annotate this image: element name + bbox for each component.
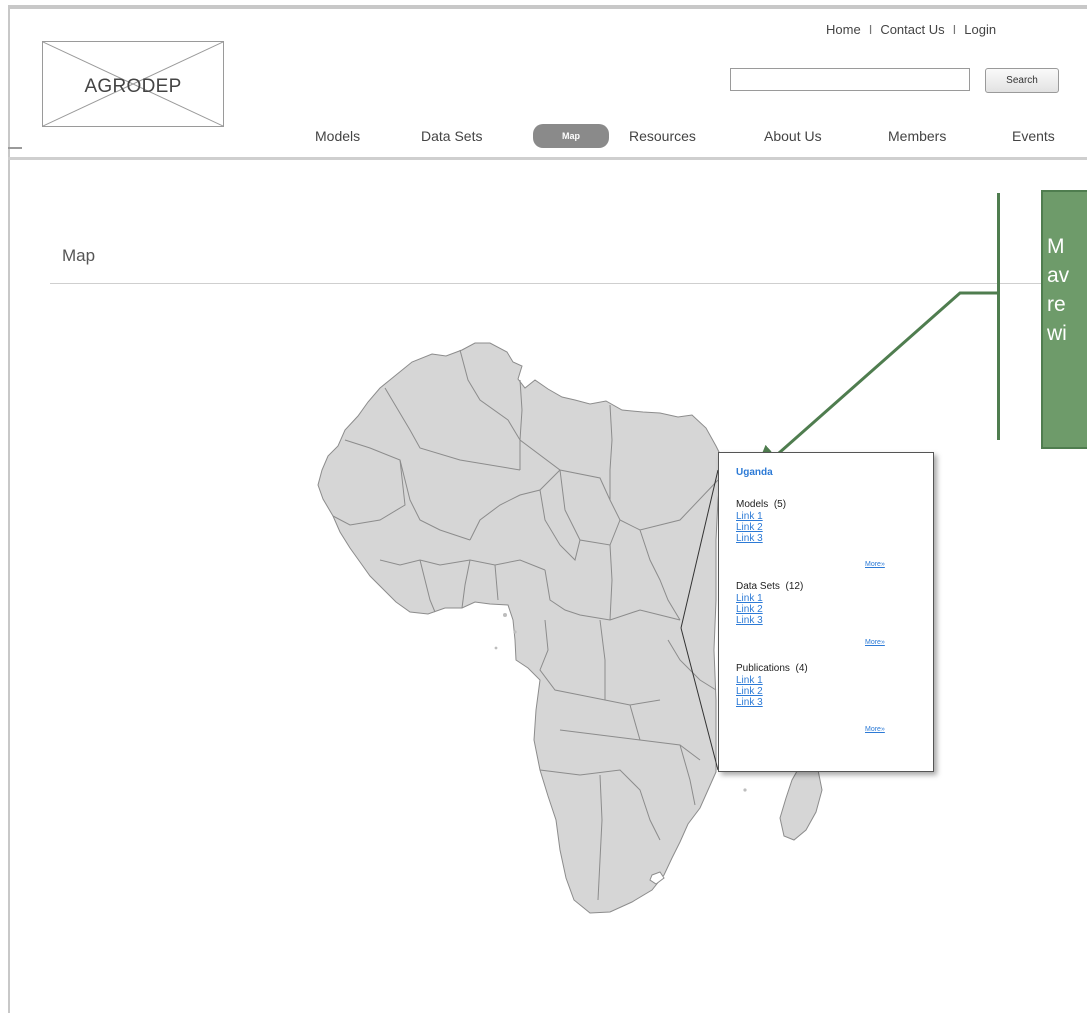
annotation-note: M av re wi <box>1041 190 1087 449</box>
annotation-line: M <box>1047 235 1065 258</box>
popup-section-title: Models (5) <box>736 499 787 510</box>
popup-link[interactable]: Link 3 <box>736 533 786 544</box>
popup-more-link[interactable]: More» <box>865 726 885 733</box>
popup-more-link[interactable]: More» <box>865 639 885 646</box>
popup-section-models: Models (5) Link 1 Link 2 Link 3 <box>736 499 786 544</box>
popup-country-name[interactable]: Uganda <box>736 467 773 478</box>
popup-section-publications: Publications (4) Link 1 Link 2 Link 3 <box>736 663 808 708</box>
popup-link[interactable]: Link 3 <box>736 615 803 626</box>
popup-section-data-sets: Data Sets (12) Link 1 Link 2 Link 3 <box>736 581 803 626</box>
popup-link[interactable]: Link 1 <box>736 593 803 604</box>
madagascar-shape[interactable] <box>779 759 823 841</box>
popup-more-link[interactable]: More» <box>865 561 885 568</box>
annotation-line: wi <box>1047 322 1067 345</box>
popup-link[interactable]: Link 2 <box>736 686 808 697</box>
popup-section-title: Publications (4) <box>736 663 808 674</box>
popup-link[interactable]: Link 2 <box>736 522 786 533</box>
popup-link[interactable]: Link 1 <box>736 511 786 522</box>
annotation-line: re <box>1047 293 1066 316</box>
popup-link[interactable]: Link 3 <box>736 697 808 708</box>
country-popup: Uganda Models (5) Link 1 Link 2 Link 3 M… <box>718 452 934 772</box>
popup-section-title: Data Sets (12) <box>736 581 804 592</box>
popup-link[interactable]: Link 1 <box>736 675 808 686</box>
popup-link[interactable]: Link 2 <box>736 604 803 615</box>
annotation-bracket <box>997 193 1000 440</box>
annotation-line: av <box>1047 264 1070 287</box>
